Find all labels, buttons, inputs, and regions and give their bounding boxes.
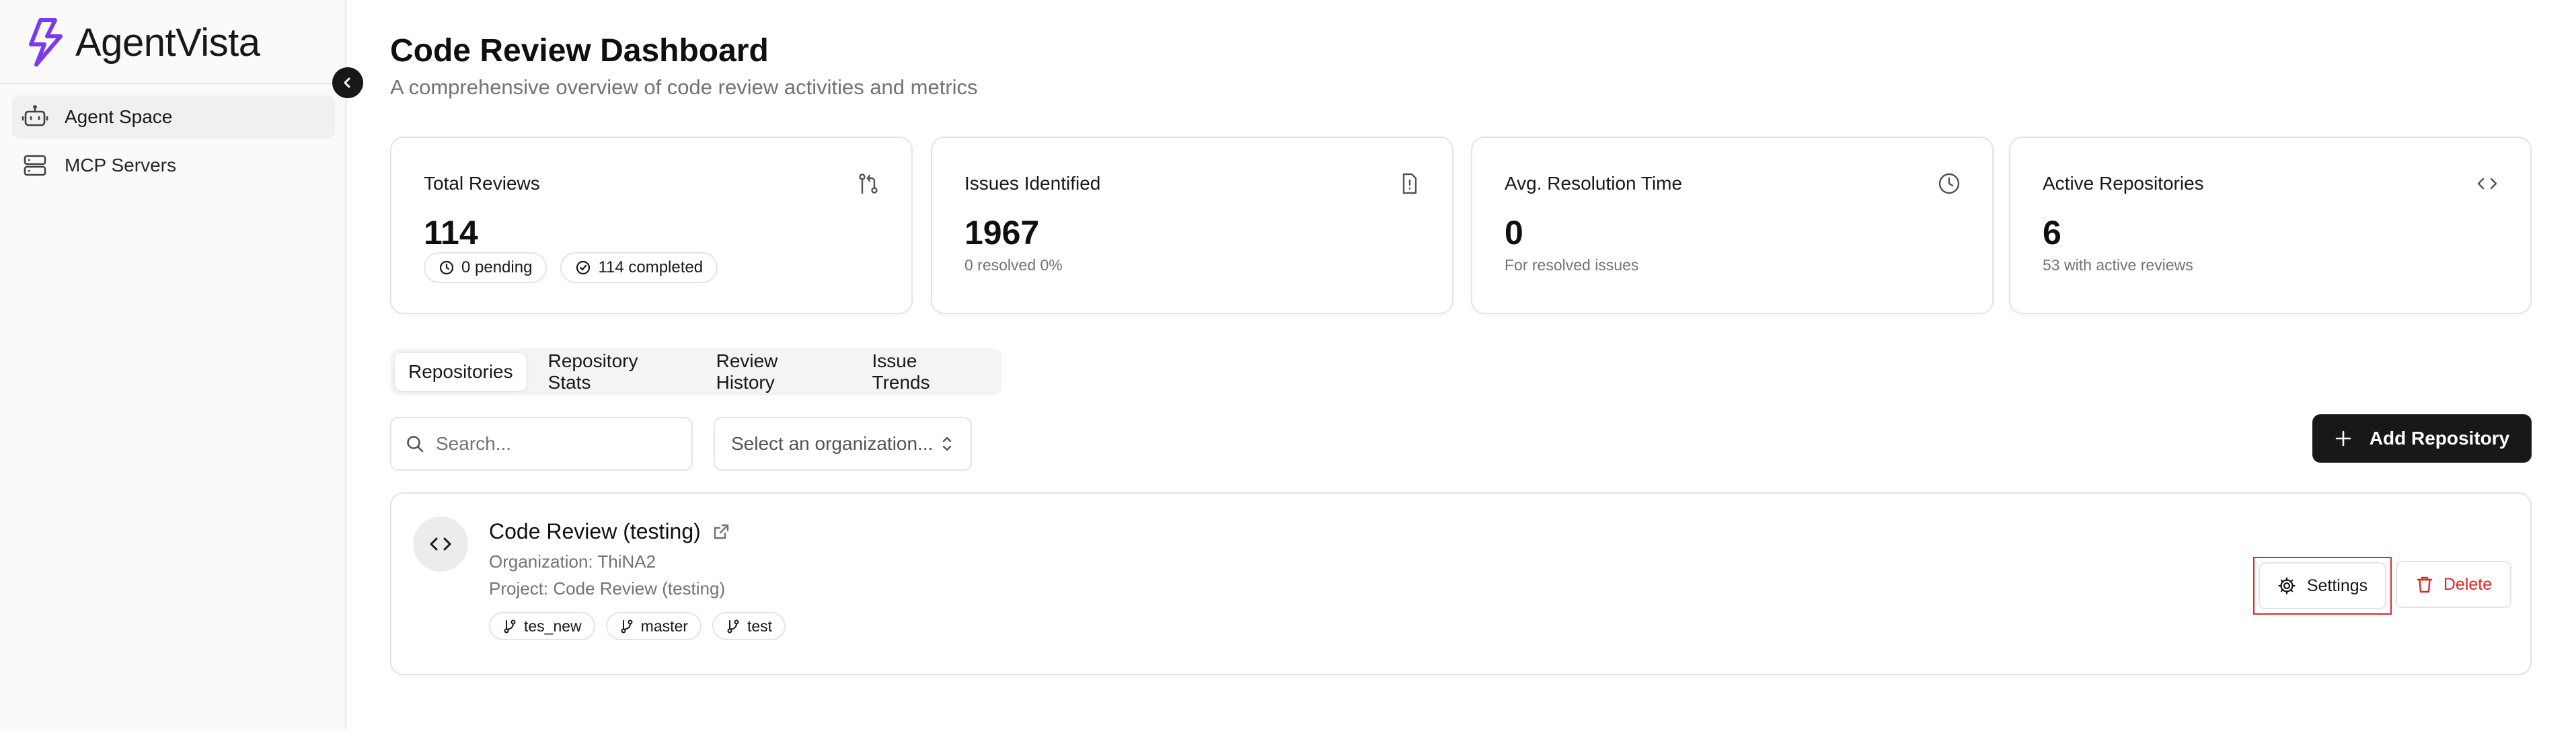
branch-chip: master	[605, 612, 702, 640]
stat-value: 114	[424, 214, 478, 252]
stats-cards: Total Reviews 114 0 pending 114 complete…	[390, 137, 2532, 314]
search-icon	[407, 436, 424, 453]
tab-review-history[interactable]: Review History	[703, 350, 851, 393]
stat-title: Avg. Resolution Time	[1505, 173, 1683, 194]
sidebar-item-label: MCP Servers	[65, 155, 176, 176]
repository-name[interactable]: Code Review (testing)	[489, 519, 730, 544]
external-link-icon[interactable]	[712, 523, 730, 541]
git-pull-request-icon	[859, 174, 878, 194]
tab-repositories[interactable]: Repositories	[395, 353, 527, 391]
git-branch-icon	[727, 619, 739, 634]
agentvista-logo-icon	[29, 18, 63, 67]
settings-button[interactable]: Settings	[2259, 562, 2386, 609]
search-input[interactable]	[436, 433, 678, 455]
settings-label: Settings	[2306, 576, 2368, 595]
stat-sub: For resolved issues	[1505, 256, 1639, 274]
page-subtitle: A comprehensive overview of code review …	[390, 75, 978, 99]
git-branch-icon	[621, 619, 633, 634]
tab-issue-trends[interactable]: Issue Trends	[859, 350, 989, 393]
add-repository-label: Add Repository	[2369, 428, 2510, 449]
file-alert-icon	[1402, 173, 1417, 194]
pending-chip: 0 pending	[424, 252, 547, 283]
chevron-up-down-icon	[942, 436, 952, 451]
stat-title: Total Reviews	[424, 173, 540, 194]
branch-chip: test	[712, 612, 786, 640]
settings-highlight: Settings	[2253, 557, 2392, 615]
stat-card-resolution-time: Avg. Resolution Time 0 For resolved issu…	[1471, 137, 1994, 314]
gear-icon	[2278, 577, 2296, 594]
branch-chip: tes_new	[489, 612, 595, 640]
brand[interactable]: AgentVista	[27, 12, 260, 73]
stat-value: 6	[2043, 214, 2061, 252]
sidebar-nav: Agent Space MCP Servers	[12, 95, 335, 192]
stat-card-issues: Issues Identified 1967 0 resolved 0%	[931, 137, 1453, 314]
completed-chip: 114 completed	[560, 252, 718, 283]
code-icon	[430, 537, 451, 551]
sidebar: AgentVista Agent Space MCP Servers	[0, 0, 346, 729]
review-status-chips: 0 pending 114 completed	[424, 252, 718, 283]
clock-icon	[439, 260, 454, 275]
code-icon	[2477, 178, 2497, 190]
plus-icon	[2335, 430, 2351, 447]
branch-name: test	[747, 617, 773, 635]
add-repository-button[interactable]: Add Repository	[2312, 414, 2532, 463]
stat-title: Active Repositories	[2043, 173, 2204, 194]
organization-select-value: Select an organization...	[731, 433, 934, 454]
delete-button[interactable]: Delete	[2396, 561, 2511, 608]
repository-card: Code Review (testing) Organization: ThiN…	[390, 492, 2532, 675]
clock-icon	[1938, 173, 1960, 194]
trash-icon	[2417, 576, 2433, 593]
stat-card-active-repositories: Active Repositories 6 53 with active rev…	[2009, 137, 2532, 314]
page-title: Code Review Dashboard	[390, 33, 769, 69]
check-circle-icon	[576, 260, 591, 275]
stat-sub: 53 with active reviews	[2043, 256, 2193, 274]
completed-text: 114 completed	[598, 258, 704, 276]
robot-icon	[22, 105, 48, 126]
app-root: AgentVista Agent Space MCP Servers Code …	[0, 0, 2576, 729]
delete-label: Delete	[2443, 574, 2493, 594]
pending-text: 0 pending	[461, 258, 533, 276]
chevron-left-icon	[344, 77, 350, 88]
brand-name: AgentVista	[75, 20, 260, 65]
stat-value: 0	[1505, 214, 1523, 252]
repository-organization: Organization: ThiNA2	[489, 551, 656, 572]
tab-bar: Repositories Repository Stats Review His…	[390, 348, 1002, 395]
repository-avatar	[413, 516, 468, 572]
sidebar-divider	[0, 83, 346, 84]
repository-project: Project: Code Review (testing)	[489, 578, 726, 599]
branch-name: tes_new	[524, 617, 582, 635]
stat-value: 1967	[964, 214, 1040, 252]
sidebar-collapse-button[interactable]	[332, 67, 363, 98]
sidebar-item-label: Agent Space	[65, 106, 173, 127]
organization-select[interactable]: Select an organization...	[714, 417, 972, 471]
sidebar-item-mcp-servers[interactable]: MCP Servers	[12, 144, 335, 187]
sidebar-item-agent-space[interactable]: Agent Space	[12, 95, 335, 139]
stat-title: Issues Identified	[964, 173, 1101, 194]
branch-name: master	[640, 617, 688, 635]
branch-list: tes_new master test	[489, 612, 786, 640]
stat-sub: 0 resolved 0%	[964, 256, 1063, 274]
search-box	[390, 417, 693, 471]
repository-name-text: Code Review (testing)	[489, 519, 701, 543]
server-icon	[24, 155, 46, 176]
tab-repository-stats[interactable]: Repository Stats	[535, 350, 695, 393]
git-branch-icon	[504, 619, 516, 634]
stat-card-total-reviews: Total Reviews 114 0 pending 114 complete…	[390, 137, 913, 314]
